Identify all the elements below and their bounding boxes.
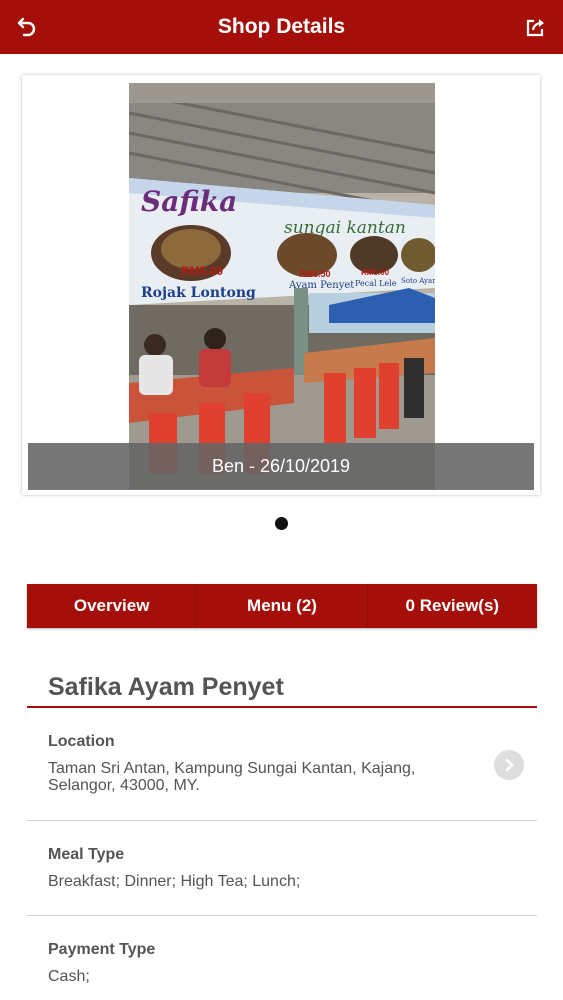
tab-bar: Overview Menu (2) 0 Review(s): [27, 584, 537, 628]
shop-photo[interactable]: Safika sungai kantan RM5.00 Rojak Lonton…: [129, 83, 435, 489]
sign-place: sungai kantan: [284, 218, 406, 238]
location-chevron-button[interactable]: [494, 750, 524, 780]
location-label: Location: [48, 733, 115, 750]
divider: [27, 820, 537, 821]
divider: [27, 915, 537, 916]
sign-price-1: RM5.00: [181, 264, 223, 278]
sign-price-2: RM6.50: [299, 269, 331, 279]
back-button[interactable]: [14, 14, 40, 40]
tab-reviews[interactable]: 0 Review(s): [368, 584, 537, 628]
chevron-right-icon: [505, 758, 514, 772]
payment-type-label: Payment Type: [48, 941, 156, 958]
share-button[interactable]: [523, 14, 549, 40]
tab-overview[interactable]: Overview: [27, 584, 198, 628]
payment-type-value: Cash;: [48, 968, 90, 985]
top-bar: Shop Details: [0, 0, 563, 54]
meal-type-label: Meal Type: [48, 846, 125, 863]
location-section[interactable]: Location Taman Sri Antan, Kampung Sungai…: [48, 733, 518, 794]
location-value: Taman Sri Antan, Kampung Sungai Kantan, …: [48, 760, 416, 794]
sign-price-3: RM5.00: [361, 268, 390, 277]
shop-name: Safika Ayam Penyet: [48, 673, 284, 701]
tab-menu[interactable]: Menu (2): [197, 584, 368, 628]
sign-dish-4: Soto Ayam: [401, 277, 435, 285]
gallery-page-indicator[interactable]: [275, 517, 288, 530]
photo-gallery[interactable]: Safika sungai kantan RM5.00 Rojak Lonton…: [22, 75, 540, 495]
title-divider: [27, 706, 537, 708]
sign-dish-3: Pecal Lele: [355, 279, 397, 288]
share-icon: [526, 19, 544, 37]
meal-type-section: Meal Type Breakfast; Dinner; High Tea; L…: [48, 846, 518, 890]
page-title: Shop Details: [217, 15, 346, 38]
sign-shop-name: Safika: [141, 185, 237, 218]
meal-type-value: Breakfast; Dinner; High Tea; Lunch;: [48, 873, 301, 890]
photo-caption: Ben - 26/10/2019: [28, 443, 534, 490]
payment-type-section: Payment Type Cash;: [48, 941, 518, 985]
sign-dish-1: Rojak Lontong: [141, 285, 256, 301]
shop-photo-illustration: Safika sungai kantan RM5.00 Rojak Lonton…: [129, 83, 435, 489]
back-arrow-icon: [17, 17, 36, 37]
